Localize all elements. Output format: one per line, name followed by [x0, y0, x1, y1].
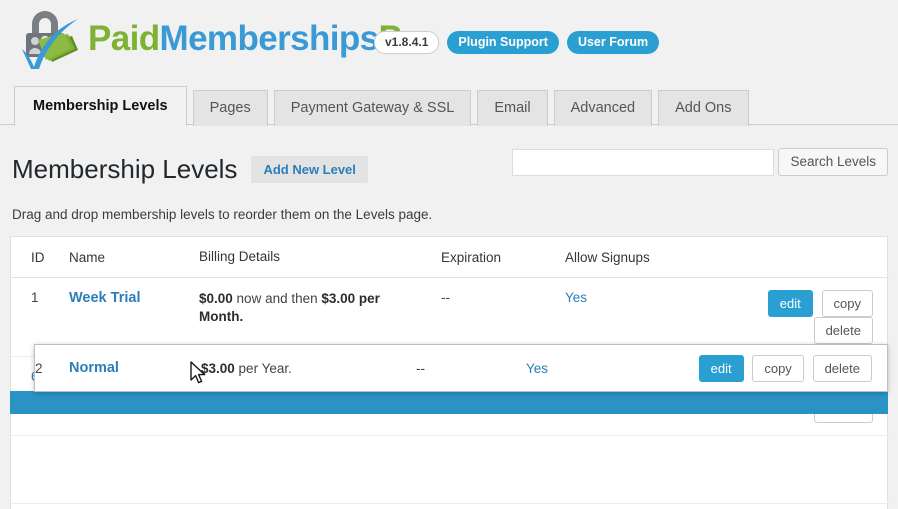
- tab-email[interactable]: Email: [477, 90, 548, 126]
- padlock-people-checkmark-logo-icon: [12, 6, 86, 72]
- drop-placeholder-row: [11, 435, 889, 504]
- add-new-level-button[interactable]: Add New Level: [251, 155, 368, 183]
- tab-pages[interactable]: Pages: [192, 90, 268, 126]
- delete-button[interactable]: delete: [813, 317, 873, 344]
- column-header-expiration[interactable]: Expiration: [441, 237, 565, 278]
- user-forum-button[interactable]: User Forum: [566, 31, 660, 54]
- tab-membership-levels[interactable]: Membership Levels: [14, 86, 187, 126]
- cell-expiration: After 1 Day: [441, 503, 565, 509]
- drop-indicator-bar: [10, 391, 888, 414]
- dragged-cell-expiration: --: [416, 360, 425, 376]
- tab-add-ons[interactable]: Add Ons: [658, 90, 749, 126]
- table-header: ID Name Billing Details Expiration Allow…: [11, 237, 889, 278]
- dragged-edit-button[interactable]: edit: [698, 354, 744, 382]
- copy-button[interactable]: copy: [821, 290, 873, 317]
- dragged-level-name-link[interactable]: Normal: [69, 360, 119, 376]
- search-levels-button[interactable]: Search Levels: [778, 148, 888, 176]
- dragged-billing-rest: per Year.: [234, 360, 292, 376]
- cell-signups: No: [565, 503, 705, 509]
- tab-advanced[interactable]: Advanced: [553, 90, 653, 126]
- column-header-id[interactable]: ID: [11, 237, 69, 278]
- page-title: Membership Levels: [12, 154, 238, 184]
- app-header: PaidMembershipsPro v1.8.4.1 Plugin Suppo…: [0, 0, 898, 84]
- dragged-cell-name: Normal: [69, 360, 201, 376]
- arrow-pointer-icon: [190, 361, 208, 391]
- allow-signups-link[interactable]: Yes: [565, 290, 587, 305]
- brand-logo: PaidMembershipsPro: [12, 6, 436, 72]
- dragged-cell-actions: edit copy delete: [676, 354, 887, 382]
- dragged-cell-signups: Yes: [526, 361, 676, 376]
- level-name-link[interactable]: Week Trial: [69, 290, 140, 306]
- plugin-support-button[interactable]: Plugin Support: [447, 31, 559, 54]
- tab-payment-gateway-ssl[interactable]: Payment Gateway & SSL: [273, 90, 472, 126]
- search-input[interactable]: [512, 148, 775, 176]
- dragged-level-row[interactable]: 2 Normal $3.00 per Year. -- Yes edit cop…: [34, 344, 888, 392]
- table-header-row: ID Name Billing Details Expiration Allow…: [11, 237, 889, 278]
- brand-word-memberships: Memberships: [159, 19, 380, 58]
- column-header-billing[interactable]: Billing Details: [199, 237, 441, 278]
- drag-drop-helper-text: Drag and drop membership levels to reord…: [12, 207, 433, 222]
- app-window: PaidMembershipsPro v1.8.4.1 Plugin Suppo…: [0, 0, 898, 509]
- column-header-signups[interactable]: Allow Signups: [565, 237, 705, 278]
- column-header-actions: [705, 237, 889, 278]
- header-badges: v1.8.4.1 Plugin Support User Forum: [374, 31, 660, 54]
- billing-connector: now and then: [232, 291, 322, 306]
- edit-button[interactable]: edit: [767, 290, 813, 317]
- billing-amount-first: $0.00: [199, 291, 233, 306]
- dragged-allow-signups-link[interactable]: Yes: [526, 361, 548, 376]
- dragged-cell-billing: $3.00 per Year.: [201, 361, 416, 376]
- table-row[interactable]: 4 Gift $3.00 now. After 1 Day No edit co…: [11, 503, 889, 509]
- dragged-delete-button[interactable]: delete: [812, 354, 872, 382]
- brand-word-paid: Paid: [88, 19, 160, 58]
- column-header-name[interactable]: Name: [69, 237, 199, 278]
- cell-name: Gift: [69, 503, 199, 509]
- page-title-row: Membership Levels Add New Level: [12, 152, 368, 186]
- settings-tabbar: Membership Levels Pages Payment Gateway …: [0, 86, 898, 126]
- version-badge: v1.8.4.1: [374, 31, 440, 54]
- drop-placeholder-cell: [11, 435, 889, 504]
- cell-billing: $3.00 now.: [199, 503, 441, 509]
- search-levels-form: Search Levels: [512, 148, 888, 176]
- dragged-cell-id: 2: [35, 360, 43, 376]
- cell-id: 4: [11, 503, 69, 509]
- dragged-copy-button[interactable]: copy: [752, 354, 804, 382]
- cell-actions: edit copy delete: [705, 503, 889, 509]
